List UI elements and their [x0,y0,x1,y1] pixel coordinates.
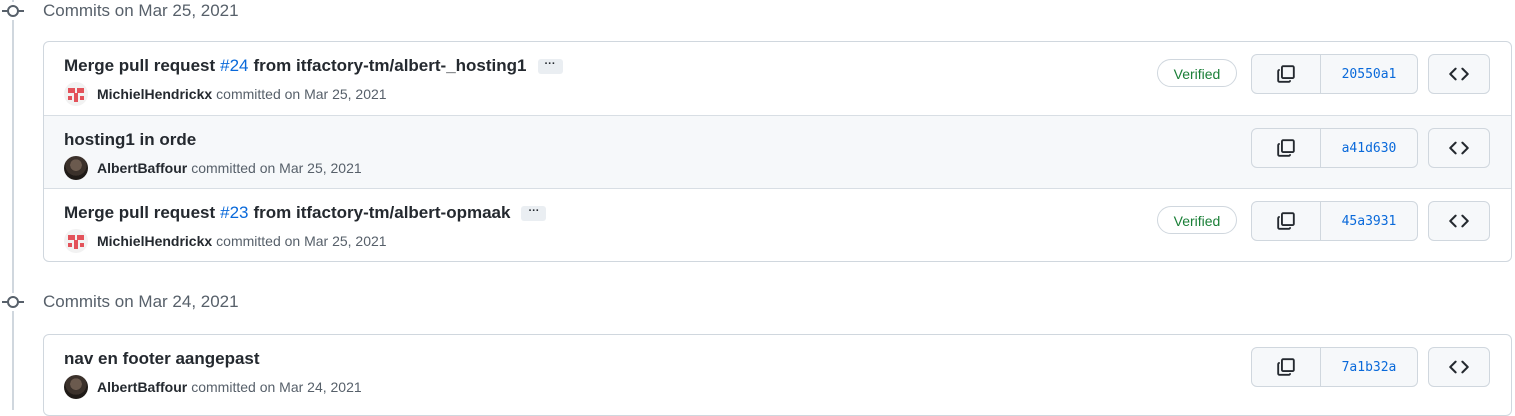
browse-repo-button[interactable] [1428,201,1490,241]
copy-icon [1277,65,1295,83]
user-photo-avatar[interactable] [64,375,88,399]
code-icon [1449,360,1469,374]
author-name[interactable]: AlbertBaffour [97,160,187,176]
git-commit-icon [0,2,26,20]
commit-title[interactable]: hosting1 in orde [64,130,196,150]
commit-sha-link[interactable]: 45a3931 [1321,202,1417,240]
author-name[interactable]: AlbertBaffour [97,379,187,395]
commit-title-text[interactable]: from itfactory-tm/albert-opmaak [254,203,511,223]
pull-request-link[interactable]: #23 [220,203,248,223]
commit-sha-link[interactable]: a41d630 [1321,129,1417,167]
copy-icon [1277,139,1295,157]
commit-group-header: Commits on Mar 24, 2021 [0,291,239,313]
commit-title-text[interactable]: hosting1 in orde [64,130,196,150]
commit-meta: MichielHendrickx committed on Mar 25, 20… [64,82,387,106]
commit-title-text[interactable]: Merge pull request [64,56,215,76]
committed-date: committed on Mar 25, 2021 [216,233,387,249]
verified-badge[interactable]: Verified [1157,206,1237,234]
group-date-title: Commits on Mar 25, 2021 [43,1,239,20]
commit-title[interactable]: Merge pull request #24 from itfactory-tm… [64,56,563,76]
verified-badge[interactable]: Verified [1157,59,1237,87]
copy-icon [1277,212,1295,230]
copy-sha-button[interactable] [1252,55,1321,93]
copy-sha-button[interactable] [1252,348,1321,386]
commit-sha-link[interactable]: 7a1b32a [1321,348,1417,386]
identicon-avatar[interactable] [64,229,88,253]
code-icon [1449,214,1469,228]
commit-title[interactable]: nav en footer aangepast [64,349,260,369]
commit-title-text[interactable]: nav en footer aangepast [64,349,260,369]
committed-date: committed on Mar 24, 2021 [191,379,362,395]
commit-meta: AlbertBaffour committed on Mar 24, 2021 [64,375,362,399]
commit-row: nav en footer aangepast AlbertBaffour co… [44,335,1511,408]
code-icon [1449,67,1469,81]
commit-list: Merge pull request #24 from itfactory-tm… [43,41,1512,262]
committed-date: committed on Mar 25, 2021 [216,86,387,102]
committed-date: committed on Mar 25, 2021 [191,160,362,176]
pull-request-link[interactable]: #24 [220,56,248,76]
author-name[interactable]: MichielHendrickx [97,233,212,249]
browse-repo-button[interactable] [1428,128,1490,168]
commit-title[interactable]: Merge pull request #23 from itfactory-tm… [64,203,547,223]
copy-icon [1277,358,1295,376]
commit-group-header: Commits on Mar 25, 2021 [0,0,239,22]
expand-message-button[interactable]: ··· [521,205,547,221]
commit-list: nav en footer aangepast AlbertBaffour co… [43,334,1512,416]
commit-meta: MichielHendrickx committed on Mar 25, 20… [64,229,387,253]
commit-row: Merge pull request #23 from itfactory-tm… [44,188,1511,261]
copy-sha-button[interactable] [1252,129,1321,167]
group-date-title: Commits on Mar 24, 2021 [43,292,239,311]
author-name[interactable]: MichielHendrickx [97,86,212,102]
timeline-line [12,0,14,410]
browse-repo-button[interactable] [1428,347,1490,387]
commit-sha-group: 20550a1 [1251,54,1418,94]
commit-sha-group: 7a1b32a [1251,347,1418,387]
copy-sha-button[interactable] [1252,202,1321,240]
identicon-avatar[interactable] [64,82,88,106]
code-icon [1449,141,1469,155]
commit-title-text[interactable]: Merge pull request [64,203,215,223]
commit-sha-group: 45a3931 [1251,201,1418,241]
commit-row: Merge pull request #24 from itfactory-tm… [44,42,1511,115]
commit-sha-group: a41d630 [1251,128,1418,168]
commit-meta: AlbertBaffour committed on Mar 25, 2021 [64,156,362,180]
browse-repo-button[interactable] [1428,54,1490,94]
git-commit-icon [0,293,26,311]
user-photo-avatar[interactable] [64,156,88,180]
commit-sha-link[interactable]: 20550a1 [1321,55,1417,93]
commit-row: hosting1 in orde AlbertBaffour committed… [44,115,1511,188]
expand-message-button[interactable]: ··· [537,58,563,74]
commit-title-text[interactable]: from itfactory-tm/albert-_hosting1 [254,56,527,76]
